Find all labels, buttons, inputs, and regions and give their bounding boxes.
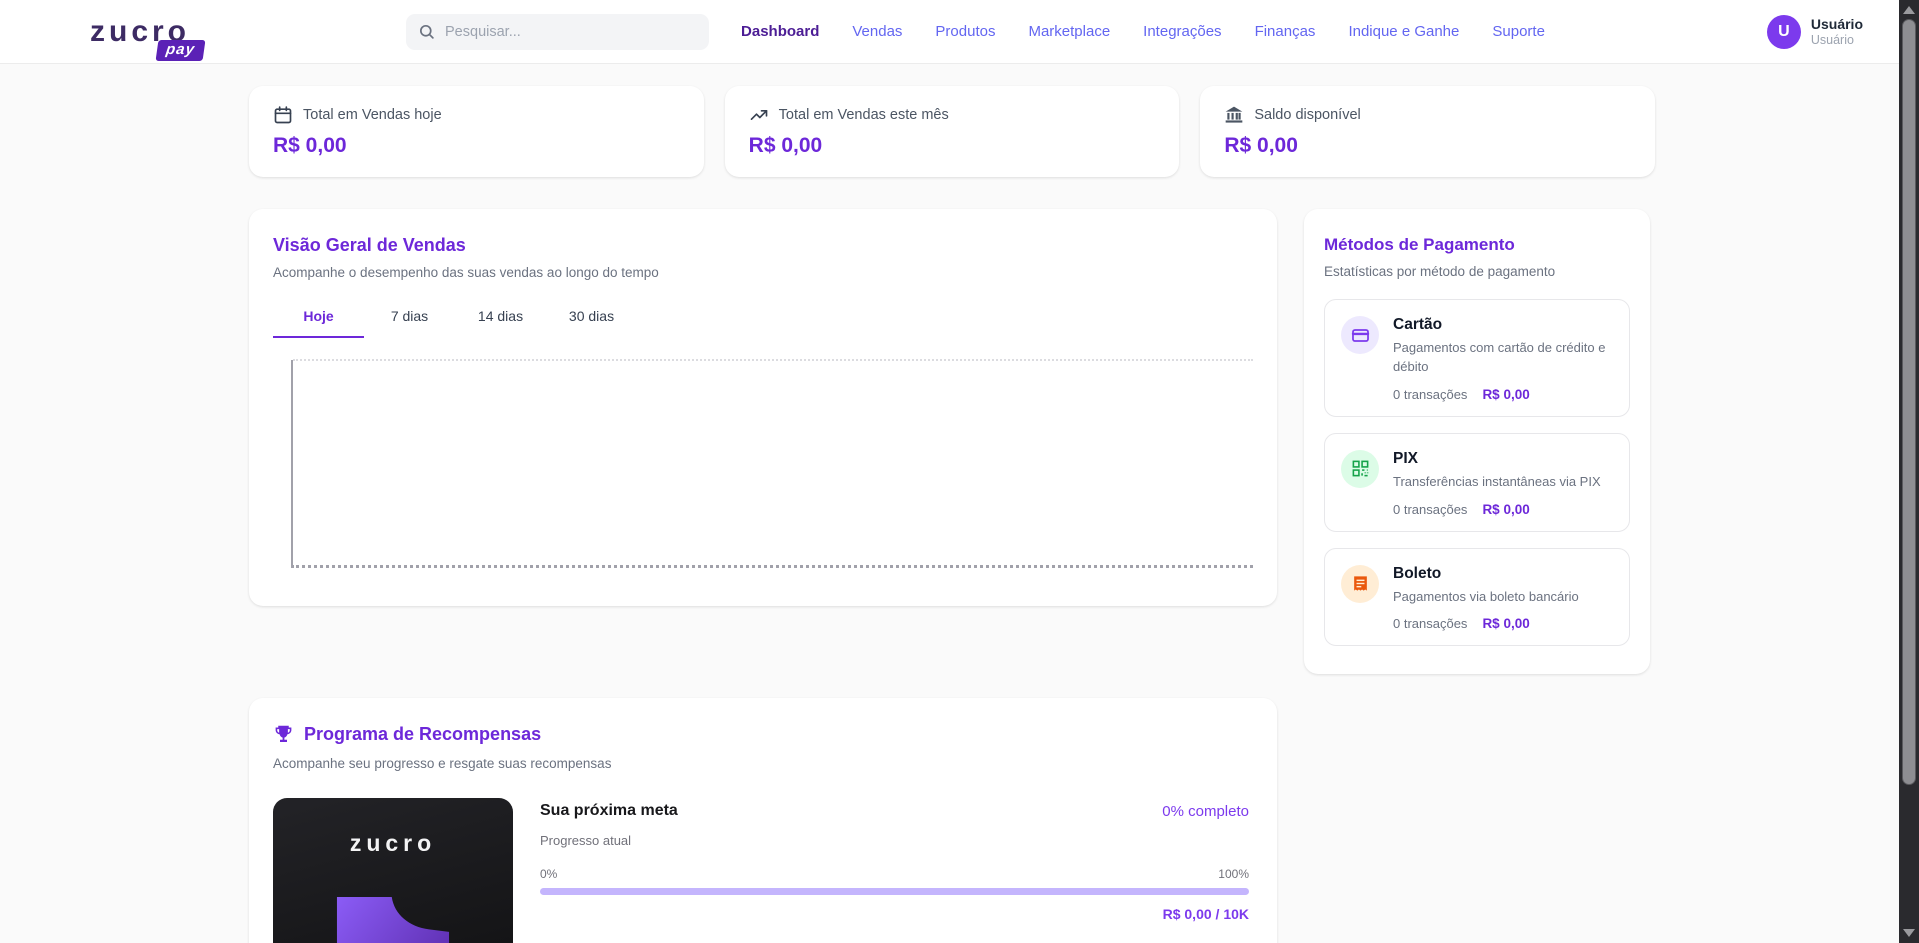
method-card-cartao[interactable]: Cartão Pagamentos com cartão de crédito … bbox=[1324, 299, 1630, 417]
goal-completion-badge: 0% completo bbox=[1162, 803, 1249, 820]
method-transactions: 0 transações bbox=[1393, 387, 1467, 402]
stat-card-vendas-mes: Total em Vendas este mês R$ 0,00 bbox=[725, 86, 1180, 177]
nav-item-suporte[interactable]: Suporte bbox=[1492, 23, 1545, 40]
tab-30-dias[interactable]: 30 dias bbox=[546, 298, 637, 338]
zucro-z-glyph bbox=[327, 893, 459, 943]
rewards-card: Programa de Recompensas Acompanhe seu pr… bbox=[249, 698, 1277, 943]
method-card-pix[interactable]: PIX Transferências instantâneas via PIX … bbox=[1324, 433, 1630, 532]
nav-item-indique-e-ganhe[interactable]: Indique e Ganhe bbox=[1348, 23, 1459, 40]
method-amount: R$ 0,00 bbox=[1482, 502, 1529, 517]
calendar-icon bbox=[273, 105, 293, 125]
method-amount: R$ 0,00 bbox=[1482, 616, 1529, 631]
method-transactions: 0 transações bbox=[1393, 502, 1467, 517]
reward-banner-brand-text: zucro bbox=[350, 830, 436, 857]
top-nav-bar: zucro pay Dashboard Vendas Produtos Mark… bbox=[0, 0, 1919, 64]
progress-bar bbox=[540, 888, 1249, 895]
next-goal-label: Sua próxima meta bbox=[540, 802, 678, 820]
stat-value: R$ 0,00 bbox=[1224, 134, 1631, 158]
bank-icon bbox=[1224, 105, 1244, 125]
stat-label: Saldo disponível bbox=[1254, 107, 1360, 123]
tab-14-dias[interactable]: 14 dias bbox=[455, 298, 546, 338]
payment-method-list: Cartão Pagamentos com cartão de crédito … bbox=[1324, 299, 1630, 646]
sales-overview-subtitle: Acompanhe o desempenho das suas vendas a… bbox=[273, 265, 1253, 280]
scrollbar-up-arrow[interactable] bbox=[1903, 6, 1915, 14]
brand-logo-pay-badge: pay bbox=[156, 40, 206, 61]
method-name: Boleto bbox=[1393, 565, 1579, 583]
user-menu[interactable]: U Usuário Usuário bbox=[1767, 15, 1863, 49]
tab-hoje[interactable]: Hoje bbox=[273, 298, 364, 338]
method-description: Pagamentos via boleto bancário bbox=[1393, 588, 1579, 607]
reward-banner-image: zucro bbox=[273, 798, 513, 943]
search-input[interactable] bbox=[445, 24, 697, 40]
payment-methods-title: Métodos de Pagamento bbox=[1324, 235, 1630, 255]
scrollbar-thumb[interactable] bbox=[1902, 19, 1916, 785]
method-amount: R$ 0,00 bbox=[1482, 387, 1529, 402]
nav-item-marketplace[interactable]: Marketplace bbox=[1028, 23, 1110, 40]
avatar: U bbox=[1767, 15, 1801, 49]
reward-progress-panel: Sua próxima meta 0% completo Progresso a… bbox=[540, 798, 1249, 943]
stat-card-saldo: Saldo disponível R$ 0,00 bbox=[1200, 86, 1655, 177]
stats-row: Total em Vendas hoje R$ 0,00 Total em Ve… bbox=[249, 86, 1655, 177]
method-description: Pagamentos com cartão de crédito e débit… bbox=[1393, 339, 1613, 377]
sales-overview-card: Visão Geral de Vendas Acompanhe o desemp… bbox=[249, 209, 1277, 606]
rewards-subtitle: Acompanhe seu progresso e resgate suas r… bbox=[273, 756, 1249, 771]
progress-value: R$ 0,00 / 10K bbox=[540, 906, 1249, 922]
user-role: Usuário bbox=[1811, 33, 1863, 47]
credit-card-icon bbox=[1341, 316, 1379, 354]
sales-chart-empty bbox=[291, 360, 1253, 568]
qr-code-icon bbox=[1341, 450, 1379, 488]
stat-value: R$ 0,00 bbox=[273, 134, 680, 158]
payment-methods-card: Métodos de Pagamento Estatísticas por mé… bbox=[1304, 209, 1650, 674]
method-name: Cartão bbox=[1393, 316, 1613, 334]
rewards-title: Programa de Recompensas bbox=[304, 724, 541, 745]
sales-overview-title: Visão Geral de Vendas bbox=[273, 235, 1253, 256]
nav-item-dashboard[interactable]: Dashboard bbox=[741, 23, 819, 40]
main-nav: Dashboard Vendas Produtos Marketplace In… bbox=[741, 23, 1545, 40]
method-name: PIX bbox=[1393, 450, 1601, 468]
trophy-icon bbox=[273, 724, 294, 745]
scrollbar-down-arrow[interactable] bbox=[1903, 929, 1915, 937]
stat-value: R$ 0,00 bbox=[749, 134, 1156, 158]
progress-max-label: 100% bbox=[1218, 867, 1249, 881]
nav-item-integracoes[interactable]: Integrações bbox=[1143, 23, 1221, 40]
search-bar[interactable] bbox=[406, 14, 709, 50]
nav-item-financas[interactable]: Finanças bbox=[1255, 23, 1316, 40]
method-card-boleto[interactable]: Boleto Pagamentos via boleto bancário 0 … bbox=[1324, 548, 1630, 647]
period-tabs: Hoje 7 dias 14 dias 30 dias bbox=[273, 298, 1253, 338]
stat-label: Total em Vendas este mês bbox=[779, 107, 949, 123]
search-icon bbox=[418, 23, 435, 40]
stat-label: Total em Vendas hoje bbox=[303, 107, 442, 123]
nav-item-produtos[interactable]: Produtos bbox=[935, 23, 995, 40]
progress-min-label: 0% bbox=[540, 867, 557, 881]
payment-methods-subtitle: Estatísticas por método de pagamento bbox=[1324, 264, 1630, 279]
stat-card-vendas-hoje: Total em Vendas hoje R$ 0,00 bbox=[249, 86, 704, 177]
nav-item-vendas[interactable]: Vendas bbox=[852, 23, 902, 40]
user-name: Usuário bbox=[1811, 16, 1863, 32]
tab-7-dias[interactable]: 7 dias bbox=[364, 298, 455, 338]
progress-label: Progresso atual bbox=[540, 833, 1249, 848]
method-transactions: 0 transações bbox=[1393, 616, 1467, 631]
trending-up-icon bbox=[749, 105, 769, 125]
method-description: Transferências instantâneas via PIX bbox=[1393, 473, 1601, 492]
boleto-icon bbox=[1341, 565, 1379, 603]
dashboard-page: Total em Vendas hoje R$ 0,00 Total em Ve… bbox=[249, 64, 1655, 943]
vertical-scrollbar[interactable] bbox=[1899, 0, 1919, 943]
brand-logo[interactable]: zucro pay bbox=[90, 15, 190, 49]
